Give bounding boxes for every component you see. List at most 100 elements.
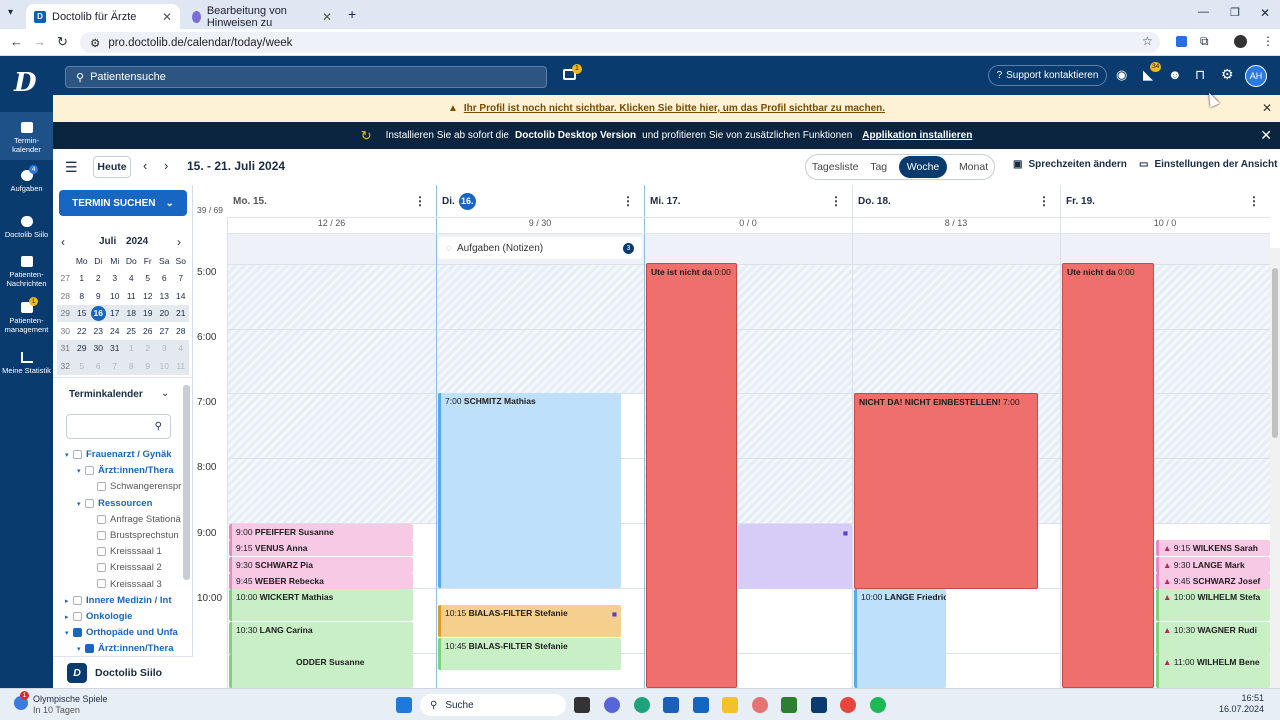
view-monat[interactable]: Monat xyxy=(959,161,988,173)
panel-scrollbar[interactable] xyxy=(183,385,190,580)
mini-day[interactable]: 23 xyxy=(90,322,107,340)
mini-day[interactable]: 1 xyxy=(123,339,140,357)
mini-day[interactable]: 10 xyxy=(107,287,124,305)
eye-icon[interactable]: ◉ xyxy=(1116,67,1127,83)
week-number[interactable]: 32 xyxy=(57,357,74,375)
browser-menu-icon[interactable]: ⋮ xyxy=(1262,34,1274,48)
tree-toggle-icon[interactable]: ▾ xyxy=(77,645,85,653)
week-number[interactable]: 29 xyxy=(57,304,74,322)
day-menu-icon[interactable]: ⋮ xyxy=(830,194,842,208)
app-icon[interactable] xyxy=(811,697,827,713)
appointment[interactable]: ▲ 10:30 WAGNER Rudi xyxy=(1156,622,1270,654)
view-woche[interactable]: Woche xyxy=(898,156,948,178)
mini-day[interactable]: 30 xyxy=(90,339,107,357)
new-tab-icon[interactable]: + xyxy=(348,6,356,22)
mini-day[interactable]: 4 xyxy=(172,339,189,357)
next-month-icon[interactable]: › xyxy=(177,235,181,249)
today-button[interactable]: Heute xyxy=(93,156,131,178)
checkbox[interactable] xyxy=(85,466,94,476)
day-header-mo[interactable]: Mo. 15. ⋮ xyxy=(227,185,436,218)
mini-day[interactable]: 28 xyxy=(173,322,190,340)
mini-day[interactable]: 20 xyxy=(156,304,173,322)
appointment[interactable]: ▲ 11:00 WILHELM Bene xyxy=(1156,654,1270,688)
mini-day[interactable]: 15 xyxy=(73,304,90,322)
appointment[interactable]: 9:30 SCHWARZ Pia xyxy=(229,557,413,573)
mini-day[interactable]: 3 xyxy=(107,270,124,288)
forward-icon[interactable]: → xyxy=(33,34,46,49)
task-view-icon[interactable] xyxy=(574,697,590,713)
appointment[interactable]: 9:15 VENUS Anna xyxy=(229,540,413,556)
mini-day[interactable]: 17 xyxy=(106,304,123,322)
tab-doctolib[interactable]: D Doctolib für Ärzte ✕ xyxy=(26,4,180,29)
close-promo-icon[interactable]: ✕ xyxy=(1260,127,1272,144)
checkbox[interactable] xyxy=(73,449,82,459)
tree-item[interactable]: ▸ Innere Medizin / Int xyxy=(65,595,185,611)
close-warning-icon[interactable]: ✕ xyxy=(1262,101,1272,115)
mini-day[interactable]: 2 xyxy=(90,270,107,288)
extension-grid-icon[interactable] xyxy=(1176,36,1187,47)
url-field[interactable]: ⚙ pro.doctolib.de/calendar/today/week xyxy=(80,32,1160,53)
mini-day[interactable]: 26 xyxy=(140,322,157,340)
tree-item[interactable]: ▾ Ärzt:innen/Thera xyxy=(65,465,185,481)
mini-day[interactable]: 8 xyxy=(74,287,91,305)
mini-day[interactable]: 14 xyxy=(173,287,190,305)
tree-item[interactable]: Kreisssaal 1 xyxy=(65,546,185,562)
tasks-notes-button[interactable]: ◌ Aufgaben (Notizen) 3 xyxy=(438,237,642,259)
team-icon[interactable]: ☻ xyxy=(1168,67,1182,82)
bookmark-star-icon[interactable]: ☆ xyxy=(1142,34,1153,48)
collapse-icon[interactable]: ⌄ xyxy=(161,388,169,399)
mini-day[interactable]: 7 xyxy=(106,357,123,375)
checkbox[interactable] xyxy=(97,482,106,492)
day-menu-icon[interactable]: ⋮ xyxy=(414,194,426,208)
day-header-mi[interactable]: Mi. 17. ⋮ xyxy=(644,185,852,218)
absence-block[interactable]: NICHT DA! NICHT EINBESTELLEN! 7:00 xyxy=(854,393,1038,589)
appointment[interactable]: ▲ 9:15 WILKENS Sarah xyxy=(1156,540,1270,556)
mini-day[interactable]: 11 xyxy=(172,357,189,375)
mini-day[interactable]: 3 xyxy=(156,339,173,357)
next-week-icon[interactable]: › xyxy=(164,158,168,173)
support-button[interactable]: ? Support kontaktieren xyxy=(988,65,1107,86)
tab-hinweise[interactable]: Bearbeitung von Hinweisen zu ✕ xyxy=(184,4,340,29)
tree-toggle-icon[interactable]: ▸ xyxy=(65,597,73,605)
close-tab-icon[interactable]: ✕ xyxy=(322,10,332,24)
mini-day[interactable]: 31 xyxy=(106,339,123,357)
mini-day[interactable]: 1 xyxy=(74,270,91,288)
teams-icon[interactable] xyxy=(604,697,620,713)
checkbox[interactable] xyxy=(73,595,82,605)
mini-day[interactable]: 25 xyxy=(123,322,140,340)
mini-day[interactable]: 7 xyxy=(173,270,190,288)
mini-day[interactable]: 2 xyxy=(139,339,156,357)
calendar-scrollbar[interactable] xyxy=(1270,248,1280,688)
sidebar-item-tasks[interactable]: Aufgaben 4 xyxy=(0,165,53,193)
view-tag[interactable]: Tag xyxy=(870,161,887,173)
checkbox[interactable] xyxy=(97,547,106,557)
checkbox[interactable] xyxy=(97,530,106,540)
lock-icon[interactable]: ⊓ xyxy=(1195,67,1205,83)
mini-day[interactable]: 5 xyxy=(73,357,90,375)
day-menu-icon[interactable]: ⋮ xyxy=(1248,194,1260,208)
mini-day[interactable]: 24 xyxy=(107,322,124,340)
checkbox[interactable] xyxy=(73,611,82,621)
extensions-icon[interactable]: ⧉ xyxy=(1200,34,1209,49)
patient-search-input[interactable]: ⚲ Patientensuche xyxy=(65,66,547,88)
tree-item[interactable]: Schwangerenspr xyxy=(65,481,185,497)
appointment[interactable]: ODDER Susanne xyxy=(229,654,413,688)
tree-item[interactable]: Kreisssaal 2 xyxy=(65,562,185,578)
mini-day[interactable]: 5 xyxy=(140,270,157,288)
appointment[interactable]: 10:00 WICKERT Mathias xyxy=(229,589,413,621)
app-icon[interactable] xyxy=(752,697,768,713)
taskbar-search[interactable]: ⚲ Suche xyxy=(420,694,566,716)
mini-day[interactable]: 18 xyxy=(123,304,140,322)
tree-toggle-icon[interactable]: ▾ xyxy=(77,500,85,508)
week-number[interactable]: 28 xyxy=(57,287,74,305)
minimize-icon[interactable]: — xyxy=(1198,6,1209,18)
week-number[interactable]: 30 xyxy=(57,322,74,340)
appointment[interactable]: ▲ 9:30 LANGE Mark xyxy=(1156,557,1270,573)
appointment[interactable]: 10:30 LANG Carina xyxy=(229,622,413,654)
weather-widget[interactable]: Olympische Spiele In 10 Tagen xyxy=(33,694,108,716)
sidebar-item-patients[interactable]: Patienten-management 1 xyxy=(0,297,53,334)
absence-block[interactable]: Ute ist nicht da 0:00 xyxy=(646,263,737,688)
tree-item[interactable]: ▾ Orthopäde und Unfa xyxy=(65,627,185,643)
view-settings-button[interactable]: ▭ Einstellungen der Ansicht xyxy=(1139,159,1277,170)
appointment[interactable]: ▲ 9:45 SCHWARZ Josef xyxy=(1156,573,1270,589)
